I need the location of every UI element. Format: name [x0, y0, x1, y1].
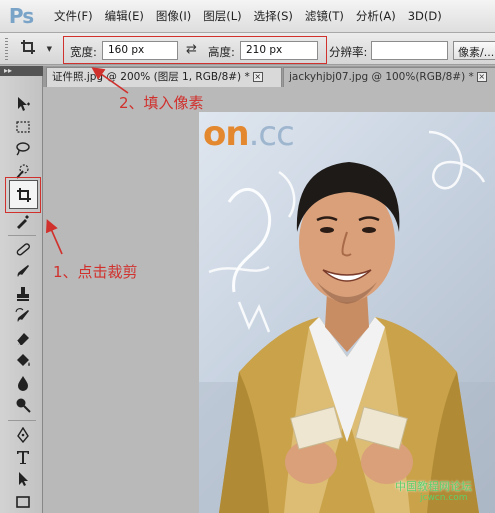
- watermark-suffix: .cc: [248, 114, 295, 154]
- toolbox-divider: [8, 235, 36, 236]
- tool-preset-picker[interactable]: ▼: [16, 37, 56, 61]
- portrait-image: [199, 130, 495, 513]
- document-photo[interactable]: on.cc: [199, 112, 495, 513]
- bandage-icon: [16, 243, 30, 256]
- site-watermark-url: jcwcn.com: [420, 493, 468, 503]
- site-watermark: 中国教程网论坛: [395, 480, 472, 493]
- path-selection-tool[interactable]: [12, 468, 34, 490]
- lasso-icon: [16, 142, 30, 156]
- eraser-icon: [16, 333, 29, 346]
- crop-tool[interactable]: [9, 180, 38, 209]
- menu-file[interactable]: 文件(F): [48, 0, 99, 33]
- tab-document-2[interactable]: jackyhjbj07.jpg @ 100%(RGB/8#) * ×: [283, 67, 495, 87]
- menu-analysis[interactable]: 分析(A): [350, 0, 402, 33]
- tab-document-1[interactable]: 证件照.jpg @ 200% (图层 1, RGB/8#) * ×: [46, 67, 282, 87]
- stamp-icon: [17, 287, 29, 301]
- shape-tool[interactable]: [12, 490, 34, 512]
- swap-dimensions-icon[interactable]: ⇄: [186, 42, 197, 57]
- resolution-unit-select[interactable]: 像素/...: [453, 41, 495, 60]
- water-drop-icon: [18, 376, 28, 391]
- menu-items: 文件(F) 编辑(E) 图像(I) 图层(L) 选择(S) 滤镜(T) 分析(A…: [42, 0, 448, 32]
- history-brush-tool[interactable]: [12, 305, 34, 327]
- height-label: 高度:: [208, 45, 235, 59]
- resolution-label: 分辨率:: [329, 45, 368, 59]
- brush-tool[interactable]: [12, 260, 34, 282]
- chevron-down-icon: ▼: [46, 45, 52, 53]
- menu-image[interactable]: 图像(I): [150, 0, 197, 33]
- dodge-tool[interactable]: [12, 394, 34, 416]
- menu-layer[interactable]: 图层(L): [197, 0, 247, 33]
- brush-icon: [17, 265, 29, 277]
- eraser-tool[interactable]: [12, 327, 34, 349]
- menu-3d[interactable]: 3D(D): [402, 0, 448, 33]
- tab-label: 证件照.jpg @ 200% (图层 1, RGB/8#) *: [52, 71, 250, 83]
- annotation-step-1: 1、点击裁剪: [53, 263, 138, 281]
- tab-label: jackyhjbj07.jpg @ 100%(RGB/8#) *: [289, 71, 474, 83]
- menu-select[interactable]: 选择(S): [248, 0, 299, 33]
- type-icon: [17, 451, 29, 464]
- menu-bar: Ps 文件(F) 编辑(E) 图像(I) 图层(L) 选择(S) 滤镜(T) 分…: [0, 0, 495, 33]
- crop-icon: [17, 188, 31, 202]
- history-brush-icon: [15, 308, 29, 322]
- width-label: 宽度:: [70, 45, 97, 59]
- marquee-icon: [16, 121, 30, 133]
- photoshop-logo: Ps: [8, 4, 34, 28]
- toolbox-divider: [8, 420, 36, 421]
- blur-tool[interactable]: [12, 372, 34, 394]
- lasso-tool[interactable]: [12, 138, 34, 160]
- toolbox-collapse[interactable]: ▸▸: [0, 66, 43, 76]
- width-field[interactable]: 160 px: [102, 41, 178, 60]
- dodge-icon: [16, 398, 31, 413]
- menu-filter[interactable]: 滤镜(T): [299, 0, 350, 33]
- healing-brush-tool[interactable]: [12, 238, 34, 260]
- type-tool[interactable]: [12, 446, 34, 468]
- paint-bucket-icon: [17, 354, 30, 366]
- eyedropper-icon: [17, 215, 29, 229]
- cursor-arrow-icon: [19, 472, 28, 486]
- eyedropper-tool[interactable]: [12, 210, 34, 232]
- clone-stamp-tool[interactable]: [12, 283, 34, 305]
- rectangle-icon: [16, 496, 30, 508]
- photo-watermark: on.cc: [203, 114, 295, 154]
- height-field[interactable]: 210 px: [240, 41, 318, 60]
- move-icon: [18, 97, 30, 111]
- annotation-step-2: 2、填入像素: [119, 94, 204, 112]
- options-bar-grip[interactable]: [5, 38, 8, 60]
- close-icon[interactable]: ×: [252, 72, 263, 82]
- menu-edit[interactable]: 编辑(E): [99, 0, 150, 33]
- crop-icon: [20, 39, 36, 59]
- close-icon[interactable]: ×: [476, 72, 487, 82]
- pen-icon: [17, 427, 29, 443]
- resolution-field[interactable]: [371, 41, 448, 60]
- paint-bucket-tool[interactable]: [12, 349, 34, 371]
- marquee-tool[interactable]: [12, 116, 34, 138]
- pen-tool[interactable]: [12, 424, 34, 446]
- move-tool[interactable]: [12, 93, 34, 115]
- watermark-main: on: [203, 114, 250, 154]
